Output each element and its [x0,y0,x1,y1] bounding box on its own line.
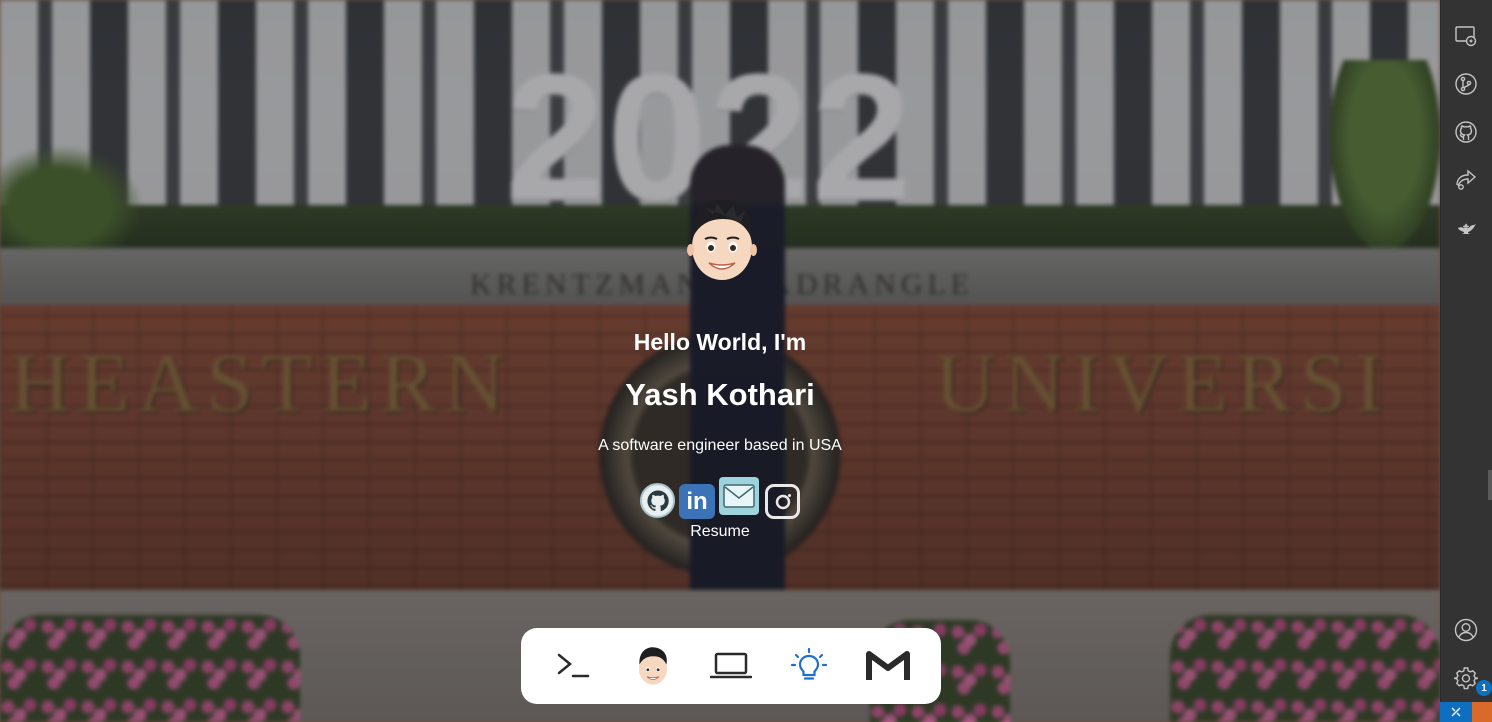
settings-gear-icon[interactable]: 1 [1452,664,1492,696]
linkedin-icon: in [686,487,708,515]
remote-explorer-icon[interactable] [1452,22,1480,50]
laptop-icon [709,652,752,679]
bottom-dock [521,628,941,704]
settings-badge: 1 [1476,680,1492,696]
github-icon[interactable] [1452,118,1480,146]
background-photo: 2022 KRENTZMAN QUADRANGLE HEASTERN UNIVE… [0,0,1440,722]
live-share-icon[interactable] [1452,166,1480,194]
instagram-link[interactable] [765,484,800,519]
name-heading: Yash Kothari [625,377,815,412]
memoji-avatar-icon [638,647,667,685]
linkedin-link[interactable]: in [679,484,715,519]
source-control-icon[interactable] [1452,70,1480,98]
memoji-avatar-icon [687,195,757,285]
scrollbar-thumb[interactable] [1488,470,1492,500]
dock-item-contact[interactable] [863,641,913,691]
status-bar-item[interactable] [1472,702,1492,722]
dock-item-terminal[interactable] [549,641,599,691]
lightbulb-icon [791,647,828,680]
remote-connection-icon [1451,707,1461,717]
greeting-heading: Hello World, I'm [633,329,807,355]
mail-icon [723,484,755,508]
remote-status-button[interactable] [1440,702,1472,722]
dock-item-about[interactable] [628,641,678,691]
genie-lamp-icon[interactable] [1452,214,1480,242]
dock-item-skills[interactable] [784,641,834,691]
instagram-icon [775,493,791,509]
gmail-icon [865,651,910,680]
dock-item-projects[interactable] [706,641,756,691]
resume-link[interactable]: Resume [0,523,1440,541]
terminal-icon [557,653,590,678]
github-icon [646,489,669,511]
tagline-text: A software engineer based in USA [598,437,842,454]
social-links: in [640,477,805,519]
account-icon[interactable] [1452,616,1480,644]
portfolio-viewport: 2022 KRENTZMAN QUADRANGLE HEASTERN UNIVE… [0,0,1440,722]
email-link[interactable] [719,477,759,515]
activity-bar: 1 [1440,0,1492,722]
github-link[interactable] [640,483,675,518]
